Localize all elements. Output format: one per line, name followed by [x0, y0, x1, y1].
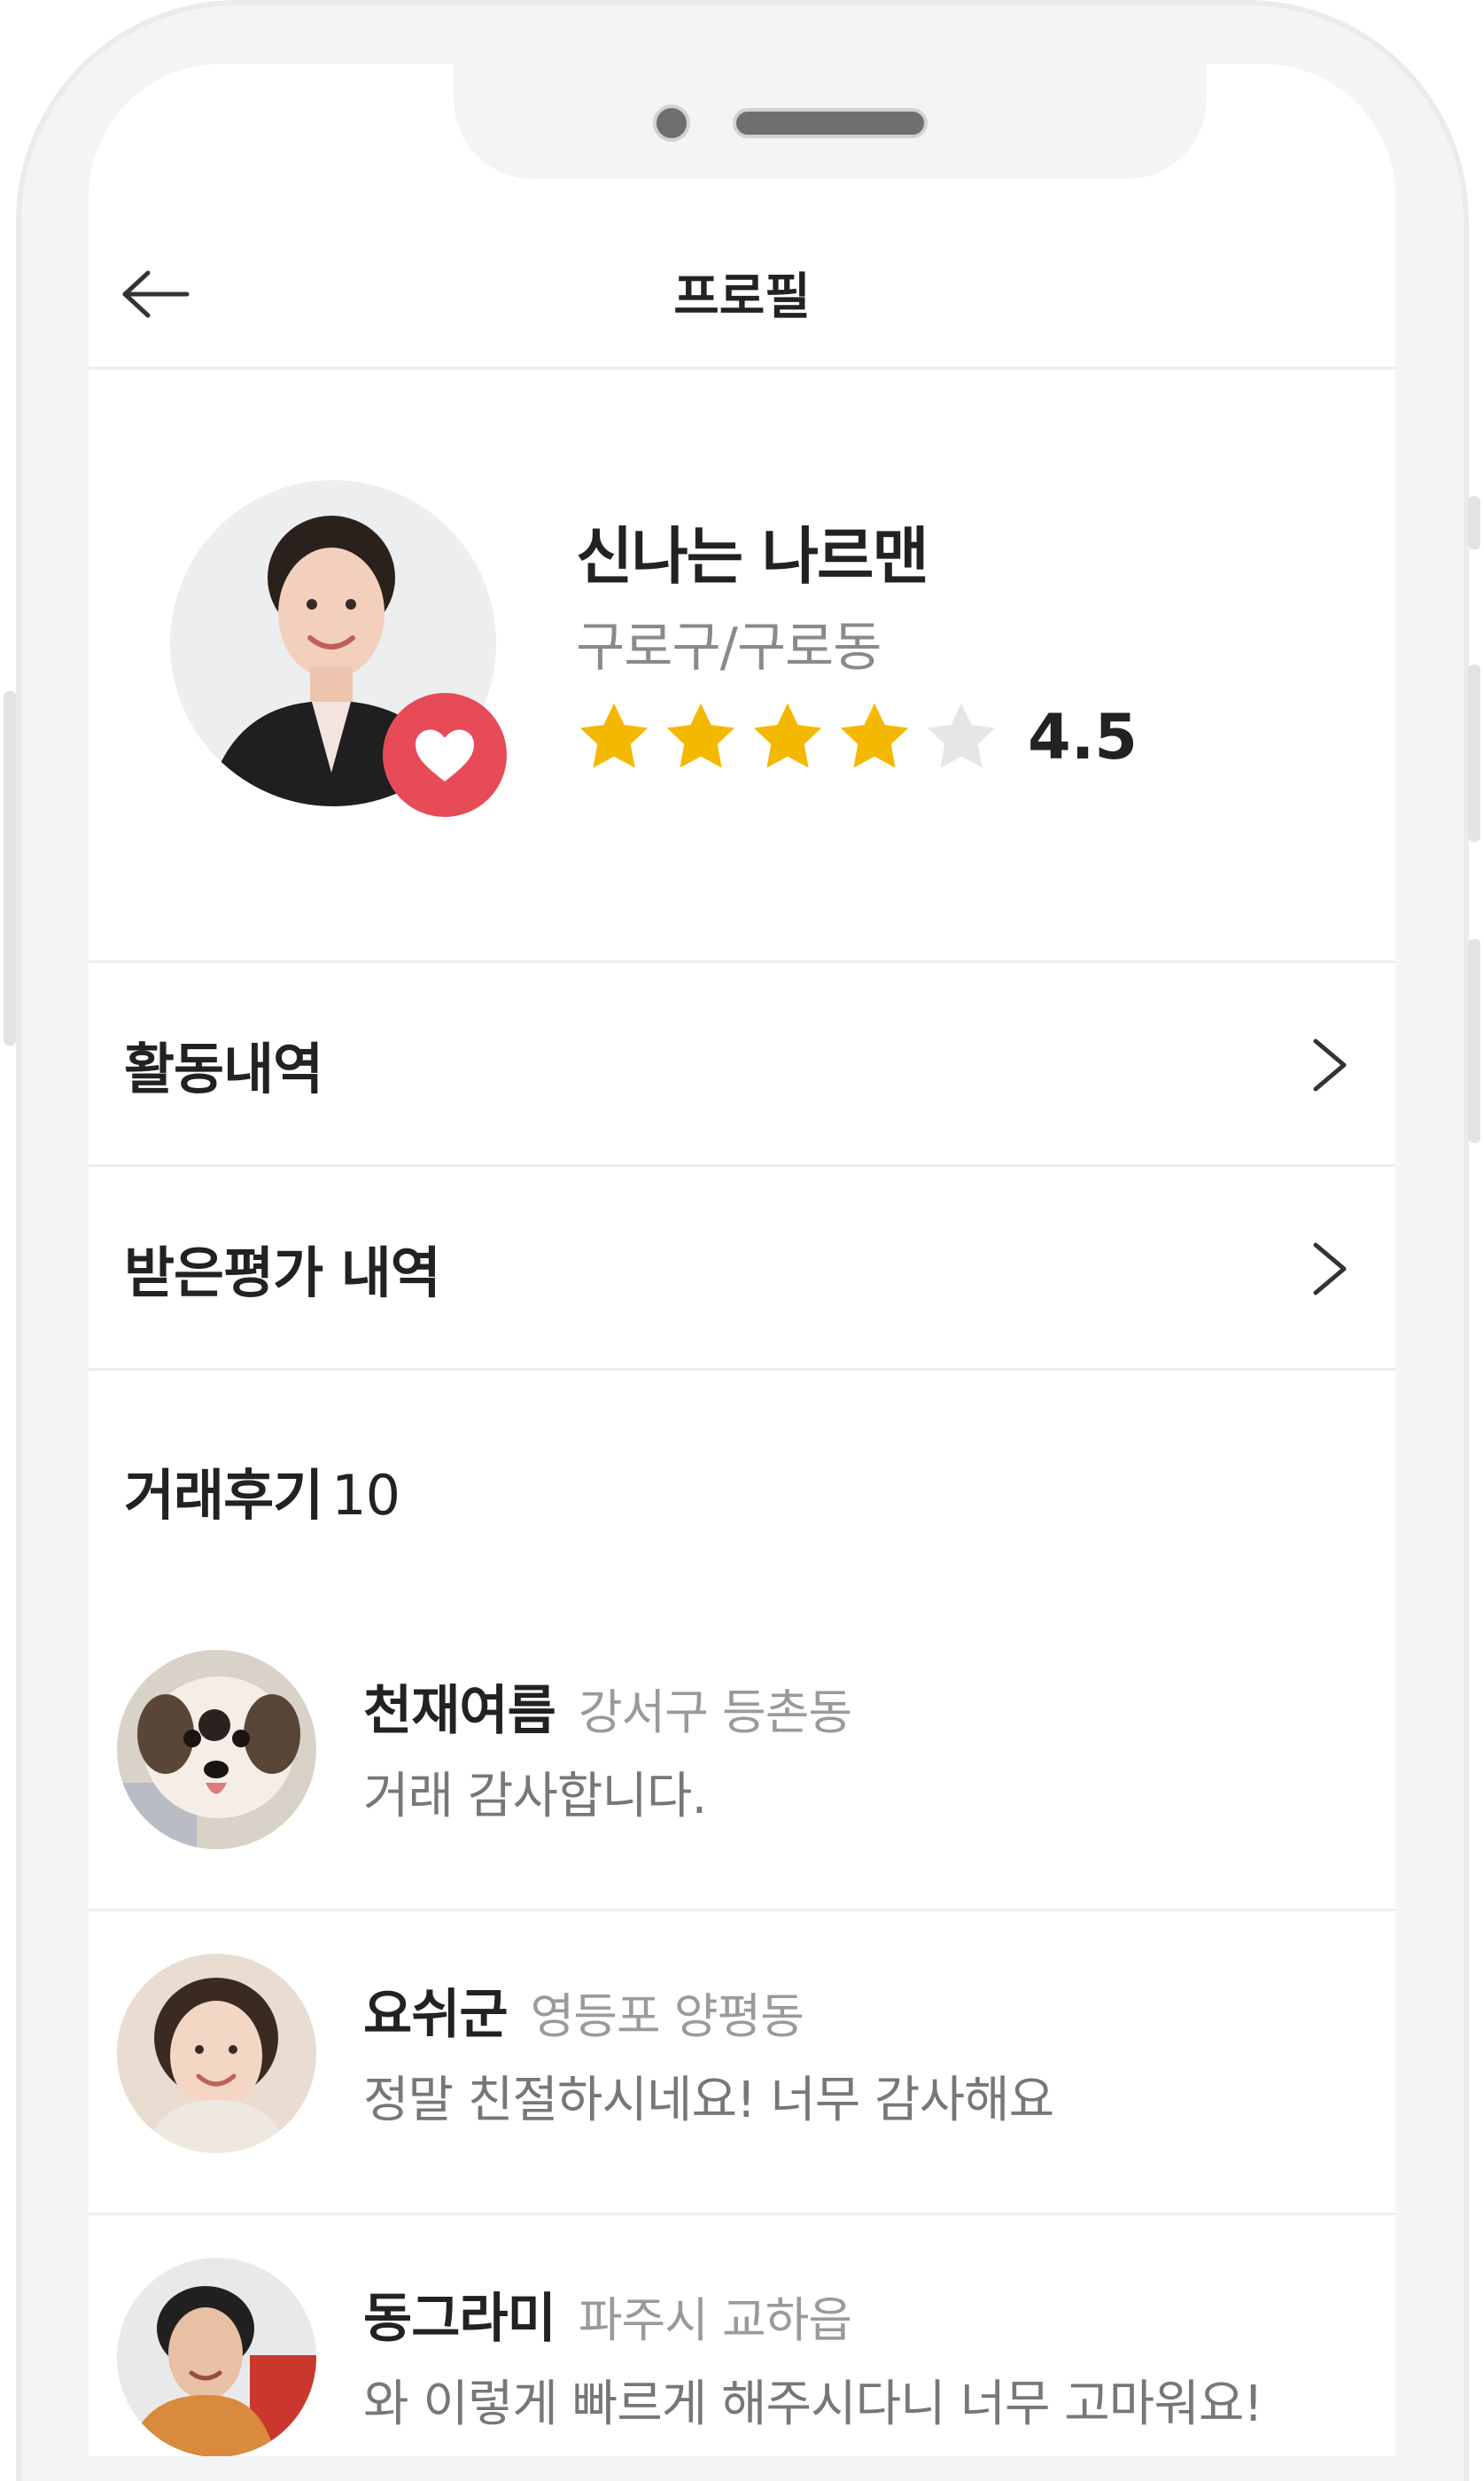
person-portrait-image: [117, 2258, 316, 2456]
reviewer-name: 천재여름 강서구 등촌동: [363, 1668, 852, 1745]
phone-side-button: [1468, 496, 1480, 549]
reviewer-name-text: 천재여름: [363, 1680, 556, 1742]
rating-value: 4.5: [1028, 701, 1138, 774]
star-empty-icon: [927, 703, 996, 768]
reviewer-location: 강서구 등촌동: [578, 1684, 852, 1740]
star-filled-icon: [753, 703, 822, 768]
reviewer-name: 요쉬군 영등포 양평동: [363, 1972, 804, 2049]
review-item[interactable]: 요쉬군 영등포 양평동 정말 친절하시네요! 너무 감사해요: [89, 1914, 1395, 2215]
phone-notch: [454, 64, 1207, 179]
phone-screen: 프로필 신나는 나르맨 구로구/구로동 4.5 활동내역 받은평가 내역 거래후…: [89, 64, 1395, 2456]
profile-location: 구로구/구로동: [576, 617, 882, 679]
reviewer-location: 영등포 양평동: [530, 1988, 804, 2044]
person-portrait-image: [117, 1954, 316, 2153]
star-filled-icon: [579, 703, 649, 768]
phone-side-button: [4, 691, 16, 1046]
dog-image: [117, 1650, 316, 1849]
phone-side-button: [1468, 665, 1480, 842]
profile-section: 신나는 나르맨 구로구/구로동 4.5: [89, 369, 1395, 963]
rating-row: 4.5: [574, 697, 1138, 777]
phone-side-button: [1468, 939, 1480, 1143]
profile-nickname: 신나는 나르맨: [576, 520, 929, 593]
review-text: 와 이렇게 빠르게 해주시다니 너무 고마워요!: [363, 2376, 1263, 2433]
reviewer-name: 동그라미 파주시 교하읍: [363, 2275, 852, 2353]
star-filled-icon: [840, 703, 909, 768]
menu-item-activity-history[interactable]: 활동내역: [89, 963, 1395, 1167]
chevron-right-icon: [1313, 1242, 1347, 1295]
review-item[interactable]: 천재여름 강서구 등촌동 거래 감사합니다.: [89, 1610, 1395, 1911]
reviewer-name-text: 요쉬군: [363, 1984, 509, 2046]
review-item[interactable]: 동그라미 파주시 교하읍 와 이렇게 빠르게 해주시다니 너무 고마워요!: [89, 2218, 1395, 2456]
camera-icon: [653, 105, 690, 142]
menu-item-label: 받은평가 내역: [124, 1240, 441, 1305]
reviewer-avatar: [117, 1650, 316, 1849]
menu-item-label: 활동내역: [124, 1036, 323, 1101]
reviews-heading: 거래후기 10: [124, 1450, 400, 1530]
app-header: 프로필: [89, 214, 1395, 369]
reviewer-avatar: [117, 2258, 316, 2456]
reviewer-name-text: 동그라미: [363, 2288, 556, 2350]
page-title: 프로필: [673, 268, 811, 326]
reviews-count: 10: [331, 1463, 400, 1528]
rating-stars: [574, 697, 1008, 777]
reviewer-location: 파주시 교하읍: [578, 2292, 852, 2348]
heart-icon: [416, 729, 474, 782]
reviewer-avatar: [117, 1954, 316, 2153]
speaker-grill: [733, 108, 928, 138]
star-filled-icon: [666, 703, 735, 768]
review-text: 거래 감사합니다.: [363, 1768, 707, 1825]
reviews-title: 거래후기: [124, 1463, 323, 1528]
chevron-right-icon: [1313, 1038, 1347, 1092]
heart-badge: [383, 693, 507, 817]
review-text: 정말 친절하시네요! 너무 감사해요: [363, 2072, 1054, 2129]
profile-avatar-wrap: [170, 480, 507, 817]
menu-item-received-ratings[interactable]: 받은평가 내역: [89, 1167, 1395, 1371]
